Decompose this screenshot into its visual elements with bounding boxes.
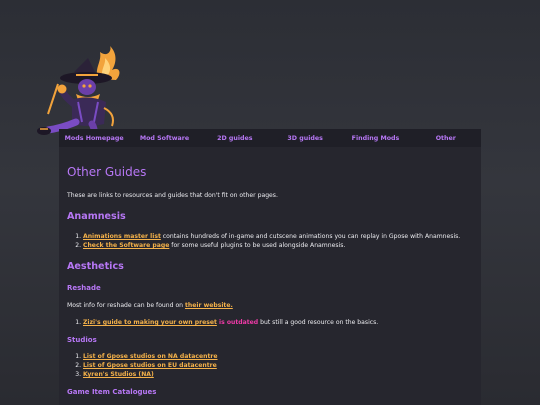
- reshade-text: Most info for reshade can be found on th…: [67, 301, 473, 310]
- list-item: Animations master list contains hundreds…: [83, 232, 473, 241]
- aesthetics-heading: Aesthetics: [67, 261, 124, 272]
- top-navigation: Mods Homepage Mod Software 2D guides 3D …: [59, 129, 481, 147]
- zizi-guide-link[interactable]: Zizi's guide to making your own preset: [83, 319, 217, 326]
- main-content: Other Guides These are links to resource…: [59, 147, 481, 405]
- intro-text: These are links to resources and guides …: [67, 192, 278, 199]
- nav-3d-guides[interactable]: 3D guides: [270, 135, 340, 142]
- game-item-catalogues-heading: Game Item Catalogues: [67, 388, 157, 396]
- eu-studios-link[interactable]: List of Gpose studios on EU datacentre: [83, 362, 217, 369]
- list-item: List of Gpose studios on NA datacentre: [83, 352, 473, 361]
- page-title: Other Guides: [67, 165, 147, 179]
- reshade-heading: Reshade: [67, 284, 101, 292]
- nav-finding-mods[interactable]: Finding Mods: [340, 135, 410, 142]
- nav-mod-software[interactable]: Mod Software: [129, 135, 199, 142]
- list-item: List of Gpose studios on EU datacentre: [83, 361, 473, 370]
- anamnesis-list: Animations master list contains hundreds…: [67, 232, 473, 250]
- animations-master-list-link[interactable]: Animations master list: [83, 233, 161, 240]
- na-studios-link[interactable]: List of Gpose studios on NA datacentre: [83, 353, 218, 360]
- studios-list: List of Gpose studios on NA datacentre L…: [67, 352, 473, 379]
- nav-mods-homepage[interactable]: Mods Homepage: [59, 135, 129, 142]
- list-item: Check the Software page for some useful …: [83, 241, 473, 250]
- anamnesis-heading: Anamnesis: [67, 211, 126, 222]
- reshade-website-link[interactable]: their website.: [185, 302, 233, 309]
- list-item-text: but still a good resource on the basics.: [258, 319, 379, 326]
- list-item-text: for some useful plugins to be used along…: [169, 242, 346, 249]
- reshade-text-body: Most info for reshade can be found on: [67, 302, 185, 309]
- studios-heading: Studios: [67, 336, 97, 344]
- nav-2d-guides[interactable]: 2D guides: [200, 135, 270, 142]
- software-page-link[interactable]: Check the Software page: [83, 242, 169, 249]
- list-item: Zizi's guide to making your own preset i…: [83, 318, 473, 327]
- outdated-warning: is outdated: [216, 319, 259, 326]
- list-item: Kyren's Studios (NA): [83, 370, 473, 379]
- nav-other[interactable]: Other: [411, 135, 481, 142]
- reshade-list: Zizi's guide to making your own preset i…: [67, 318, 473, 327]
- list-item-text: contains hundreds of in-game and cutscen…: [160, 233, 461, 240]
- kyren-studios-link[interactable]: Kyren's Studios (NA): [83, 371, 154, 378]
